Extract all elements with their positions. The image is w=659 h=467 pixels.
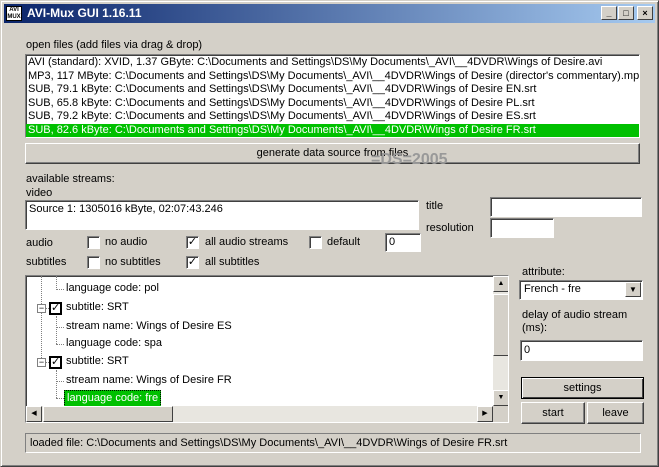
settings-button[interactable]: settings bbox=[521, 377, 644, 399]
delay-label: delay of audio stream bbox=[522, 309, 628, 321]
file-list-item[interactable]: SUB, 79.2 kByte: C:\Documents and Settin… bbox=[26, 110, 639, 124]
file-list-item[interactable]: SUB, 79.1 kByte: C:\Documents and Settin… bbox=[26, 83, 639, 97]
all-audio-streams-checkbox[interactable]: ✓ bbox=[186, 236, 199, 249]
tree-node[interactable]: language code: spa bbox=[66, 336, 162, 351]
tree-node[interactable]: subtitle: SRT bbox=[66, 354, 129, 369]
tree-horizontal-scrollbar[interactable]: ◀ ▶ bbox=[26, 406, 493, 422]
tree-node[interactable]: stream name: Wings of Desire FR bbox=[66, 373, 232, 388]
streams-tree[interactable]: language code: pol − ✓ subtitle: SRT str… bbox=[25, 275, 509, 423]
available-streams-label: available streams: bbox=[26, 173, 115, 185]
tree-expander-icon[interactable]: − bbox=[37, 358, 46, 367]
start-button[interactable]: start bbox=[521, 402, 585, 424]
title-bar[interactable]: AVI MUX GUI AVI-Mux GUI 1.16.11 _ □ × bbox=[4, 4, 655, 23]
file-list-item[interactable]: SUB, 65.8 kByte: C:\Documents and Settin… bbox=[26, 97, 639, 111]
resolution-input[interactable] bbox=[490, 218, 554, 238]
default-label: default bbox=[327, 236, 361, 248]
no-audio-checkbox[interactable] bbox=[87, 236, 100, 249]
open-files-label: open files (add files via drag & drop) bbox=[26, 39, 203, 51]
watermark-text: =DS=2005 bbox=[371, 151, 448, 168]
chevron-down-icon[interactable]: ▼ bbox=[625, 282, 641, 297]
no-subtitles-label: no subtitles bbox=[105, 256, 161, 268]
all-subtitles-label: all subtitles bbox=[205, 256, 260, 268]
scroll-up-icon[interactable]: ▲ bbox=[493, 276, 508, 292]
resolution-label: resolution bbox=[426, 222, 474, 234]
all-subtitles-checkbox[interactable]: ✓ bbox=[186, 256, 199, 269]
vertical-scroll-thumb[interactable] bbox=[493, 294, 508, 356]
app-icon[interactable]: AVI MUX GUI bbox=[6, 6, 22, 21]
tree-node[interactable]: stream name: Wings of Desire ES bbox=[66, 319, 232, 334]
scroll-down-icon[interactable]: ▼ bbox=[493, 390, 508, 406]
no-audio-label: no audio bbox=[105, 236, 148, 248]
scroll-left-icon[interactable]: ◀ bbox=[26, 406, 42, 422]
tree-expander-icon[interactable]: − bbox=[37, 304, 46, 313]
close-button[interactable]: × bbox=[637, 6, 653, 20]
attribute-selected-value: French - fre bbox=[524, 283, 581, 295]
maximize-button[interactable]: □ bbox=[618, 6, 634, 20]
minimize-button[interactable]: _ bbox=[601, 6, 617, 20]
file-list-item[interactable]: MP3, 117 MByte: C:\Documents and Setting… bbox=[26, 70, 639, 84]
delay-input[interactable]: 0 bbox=[520, 340, 643, 361]
delay-label-unit: (ms): bbox=[522, 322, 548, 334]
tree-checkbox[interactable]: ✓ bbox=[49, 302, 62, 315]
tree-node[interactable]: language code: pol bbox=[66, 281, 159, 296]
tree-node[interactable]: subtitle: SRT bbox=[66, 300, 129, 315]
window-title: AVI-Mux GUI 1.16.11 bbox=[27, 6, 142, 20]
main-window: AVI MUX GUI AVI-Mux GUI 1.16.11 _ □ × op… bbox=[0, 0, 659, 467]
video-label: video bbox=[26, 187, 53, 199]
file-list-item[interactable]: AVI (standard): XVID, 1.37 GByte: C:\Doc… bbox=[26, 56, 639, 70]
subtitles-label: subtitles bbox=[26, 256, 67, 268]
title-input[interactable] bbox=[490, 197, 642, 217]
tree-vertical-scrollbar[interactable]: ▲ ▼ bbox=[493, 276, 508, 406]
generate-data-source-button[interactable]: generate data source from files bbox=[25, 143, 640, 164]
status-bar: loaded file: C:\Documents and Settings\D… bbox=[25, 433, 641, 453]
horizontal-scroll-thumb[interactable] bbox=[43, 406, 173, 422]
scroll-right-icon[interactable]: ▶ bbox=[477, 406, 493, 422]
no-subtitles-checkbox[interactable] bbox=[87, 256, 100, 269]
file-list-item[interactable]: SUB, 82.6 kByte: C:\Documents and Settin… bbox=[26, 123, 639, 137]
leave-button[interactable]: leave bbox=[587, 402, 644, 424]
attribute-select[interactable]: French - fre ▼ bbox=[519, 280, 643, 300]
video-streams-list[interactable]: Source 1: 1305016 kByte, 02:07:43.246 bbox=[25, 200, 419, 230]
tree-node-selected[interactable]: language code: fre bbox=[64, 390, 162, 407]
open-files-list[interactable]: AVI (standard): XVID, 1.37 GByte: C:\Doc… bbox=[25, 54, 640, 138]
default-checkbox[interactable] bbox=[309, 236, 322, 249]
audio-label: audio bbox=[26, 237, 53, 249]
video-stream-item[interactable]: Source 1: 1305016 kByte, 02:07:43.246 bbox=[26, 201, 418, 217]
all-audio-streams-label: all audio streams bbox=[205, 236, 289, 248]
attribute-label: attribute: bbox=[522, 266, 565, 278]
title-label: title bbox=[426, 200, 444, 212]
tree-checkbox[interactable]: ✓ bbox=[49, 356, 62, 369]
default-number-input[interactable]: 0 bbox=[385, 233, 421, 252]
